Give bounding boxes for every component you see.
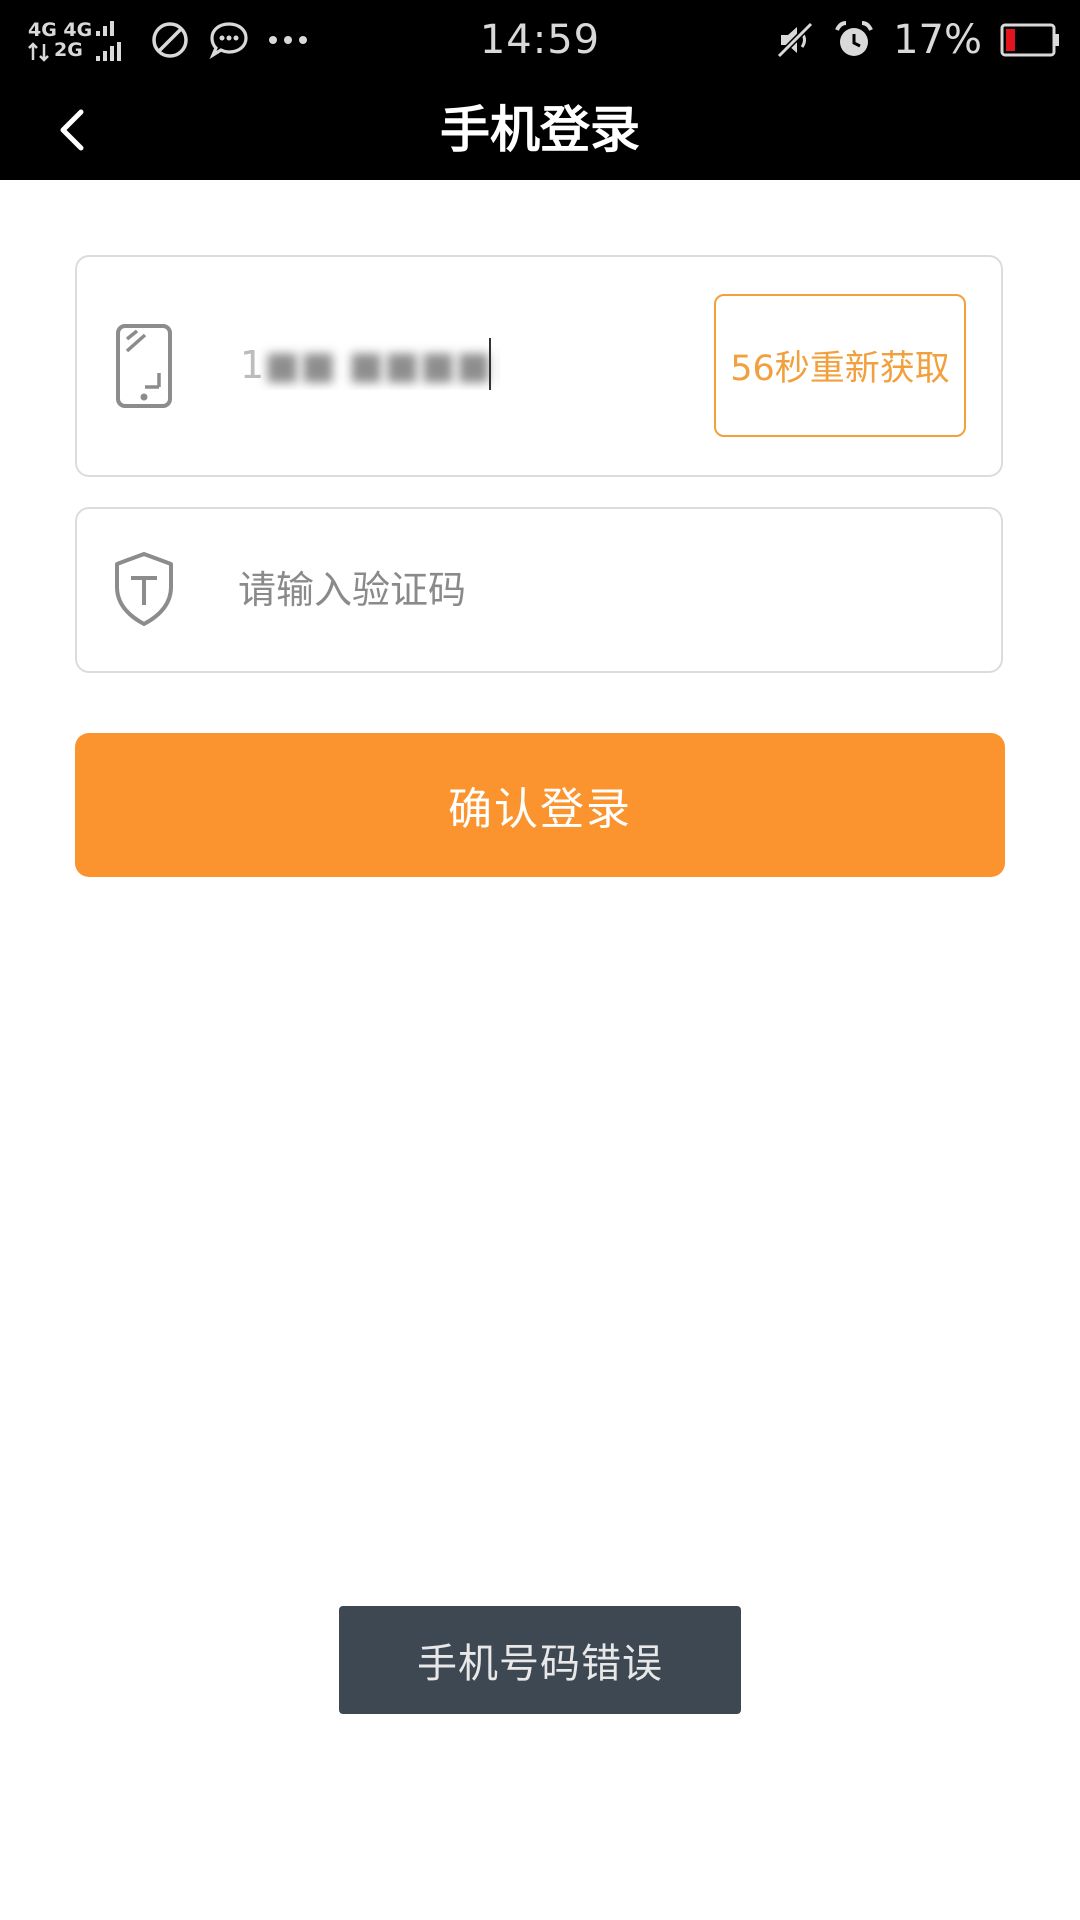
resend-code-button[interactable]: 56秒重新获取 [714, 294, 966, 437]
status-bar-right: 17% [775, 16, 1060, 64]
confirm-login-button[interactable]: 确认登录 [75, 733, 1005, 877]
alarm-icon [835, 21, 873, 56]
phone-value-redacted: ■■ ■■■■ ■■■ [264, 343, 500, 387]
mute-icon [776, 21, 814, 59]
text-cursor [489, 338, 491, 390]
verification-code-input[interactable] [238, 560, 938, 620]
phone-input[interactable]: 1■■ ■■■■ ■■■ [240, 340, 500, 390]
error-toast: 手机号码错误 [339, 1606, 741, 1714]
page-title: 手机登录 [440, 101, 640, 159]
phone-icon [116, 324, 172, 408]
battery-icon [1000, 23, 1059, 57]
shield-icon [115, 552, 173, 626]
phone-value-text: 1 [240, 343, 265, 387]
battery-percent: 17% [893, 17, 982, 63]
